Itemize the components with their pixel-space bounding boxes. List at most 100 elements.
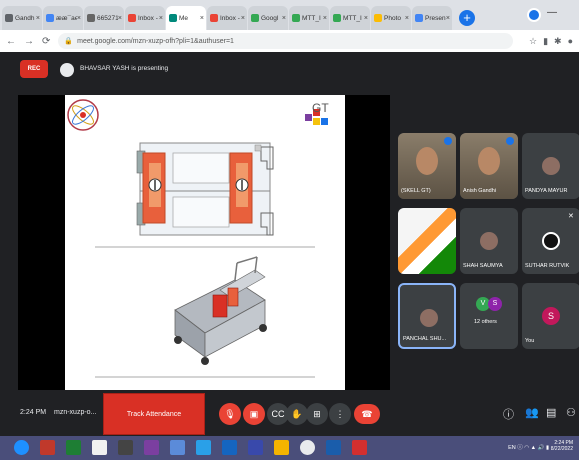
back-icon[interactable]: ← <box>6 36 16 47</box>
browser-tab[interactable]: Me × <box>166 6 206 30</box>
window-minimize-icon[interactable]: — <box>547 7 557 18</box>
tab-close-icon[interactable]: × <box>405 15 409 22</box>
extension-icon[interactable]: ▮ <box>543 36 548 47</box>
participant-tile[interactable]: Anish Gandhi <box>460 133 518 199</box>
cart-isometric-view <box>174 256 267 365</box>
raise-hand-button[interactable]: ✋ <box>286 403 308 425</box>
new-tab-button[interactable]: + <box>459 10 475 26</box>
meet-top-bar <box>0 52 579 92</box>
teams-icon[interactable] <box>248 440 263 455</box>
tab-close-icon[interactable]: × <box>323 15 327 22</box>
tab-close-icon[interactable]: × <box>159 15 163 22</box>
participant-logo-icon <box>542 232 560 250</box>
tab-label: MTT_I <box>343 14 362 22</box>
gt-logo-text: GT <box>312 101 329 115</box>
camera-off-button[interactable]: ▣ <box>243 403 265 425</box>
presentation-slide: GT <box>65 95 345 390</box>
speaking-indicator-icon <box>444 137 452 145</box>
account-avatar-icon[interactable]: ● <box>568 36 573 46</box>
browser-tab[interactable]: Photo × <box>371 6 411 30</box>
people-icon[interactable]: 👥 <box>525 406 539 419</box>
college-logo <box>67 99 99 131</box>
participant-tile[interactable]: ✕ SUTHAR RUTVIK <box>522 208 579 274</box>
tab-close-icon[interactable]: × <box>364 15 368 22</box>
browser-tab[interactable]: MTT_I × <box>289 6 329 30</box>
meeting-clock: 2:24 PM <box>20 409 47 416</box>
taskbar-date: 8/22/2022 <box>550 446 573 452</box>
participant-tile[interactable]: S You <box>522 283 579 349</box>
participant-tile[interactable]: PANDYA MAYUR <box>522 133 579 199</box>
acrobat-icon[interactable] <box>352 440 367 455</box>
browser-tab[interactable]: Gandh × <box>2 6 42 30</box>
tab-favicon-icon <box>292 14 300 22</box>
url-field[interactable]: 🔒 meet.google.com/mzn-xuzp-ofh?pli=1&aut… <box>58 33 513 49</box>
bookmark-star-icon[interactable]: ☆ <box>529 36 537 47</box>
tab-label: Inbox - <box>220 14 240 22</box>
tab-close-icon[interactable]: × <box>200 15 204 22</box>
tab-favicon-icon <box>169 14 177 22</box>
windows-taskbar <box>0 436 579 460</box>
browser-tab[interactable]: Inbox - × <box>125 6 165 30</box>
tab-favicon-icon <box>46 14 54 22</box>
track-attendance-button[interactable]: Track Attendance <box>103 393 205 435</box>
activities-icon[interactable]: ⚇ <box>566 406 576 419</box>
participant-tile[interactable]: (SKELL GT) <box>398 133 456 199</box>
reload-icon[interactable]: ⟳ <box>42 36 50 47</box>
participant-tile[interactable]: V S 12 others <box>460 283 518 349</box>
chrome-icon[interactable] <box>300 440 315 455</box>
cart-top-view <box>136 142 274 236</box>
participant-name: SHAH SAUMYA <box>463 263 503 269</box>
end-call-button[interactable]: ☎ <box>354 404 380 424</box>
tab-label: Googl <box>261 14 279 22</box>
participant-tile[interactable]: PANCHAL SHU... <box>398 283 456 349</box>
tab-favicon-icon <box>251 14 259 22</box>
tab-label: ææ¯ae <box>56 14 77 22</box>
mic-muted-icon: ✕ <box>568 213 574 220</box>
file-explorer-icon[interactable] <box>274 440 289 455</box>
profile-icon[interactable] <box>527 8 541 22</box>
tabs-container: Gandh × ææ¯ae × 665271 × Inbox - × Me × Inbox - × Go… <box>2 6 453 30</box>
participant-name: Anish Gandhi <box>463 188 497 194</box>
taskbar-app-icon[interactable] <box>40 440 55 455</box>
language-indicator: EN <box>508 445 516 451</box>
tab-favicon-icon <box>87 14 95 22</box>
forward-icon[interactable]: → <box>24 36 34 47</box>
word-icon[interactable] <box>326 440 341 455</box>
puzzle-icon[interactable]: ✱ <box>554 36 562 47</box>
mic-off-button[interactable]: 🎙 <box>219 403 241 425</box>
taskbar-app-icon[interactable] <box>196 440 211 455</box>
participant-face <box>416 147 438 175</box>
excel-icon[interactable] <box>66 440 81 455</box>
browser-tab[interactable]: MTT_I × <box>330 6 370 30</box>
tab-label: Me <box>179 14 189 22</box>
tab-close-icon[interactable]: × <box>77 15 81 22</box>
info-icon[interactable]: ⓘ <box>503 406 514 422</box>
tab-close-icon[interactable]: × <box>446 15 450 22</box>
chat-icon[interactable]: ▤ <box>546 406 556 419</box>
presenting-text: BHAVSAR YASH is presenting <box>80 65 169 72</box>
tab-favicon-icon <box>333 14 341 22</box>
more-options-button[interactable]: ⋮ <box>329 403 351 425</box>
taskbar-clock[interactable]: 2:24 PM 8/22/2022 <box>551 440 573 452</box>
participant-face <box>478 147 500 175</box>
browser-tab[interactable]: ææ¯ae × <box>43 6 83 30</box>
browser-tab[interactable]: Inbox - × <box>207 6 247 30</box>
browser-tab[interactable]: Presen × <box>412 6 452 30</box>
browser-tab[interactable]: Googl × <box>248 6 288 30</box>
start-icon[interactable] <box>14 440 29 455</box>
participant-tile[interactable] <box>398 208 456 274</box>
taskbar-app-icon[interactable] <box>170 440 185 455</box>
browser-tab[interactable]: 665271 × <box>84 6 124 30</box>
onenote-icon[interactable] <box>144 440 159 455</box>
tab-close-icon[interactable]: × <box>36 15 40 22</box>
participant-tile[interactable]: SHAH SAUMYA <box>460 208 518 274</box>
tab-close-icon[interactable]: × <box>282 15 286 22</box>
chrome-icon[interactable] <box>92 440 107 455</box>
outlook-icon[interactable] <box>222 440 237 455</box>
present-button[interactable]: ⊞ <box>306 403 328 425</box>
tab-close-icon[interactable]: × <box>241 15 245 22</box>
system-tray[interactable]: EN ⓘ ◠ ▲ 🔊 ▮ <box>508 443 549 451</box>
tab-label: Inbox - <box>138 14 158 22</box>
taskbar-app-icon[interactable] <box>118 440 133 455</box>
tab-close-icon[interactable]: × <box>118 15 122 22</box>
